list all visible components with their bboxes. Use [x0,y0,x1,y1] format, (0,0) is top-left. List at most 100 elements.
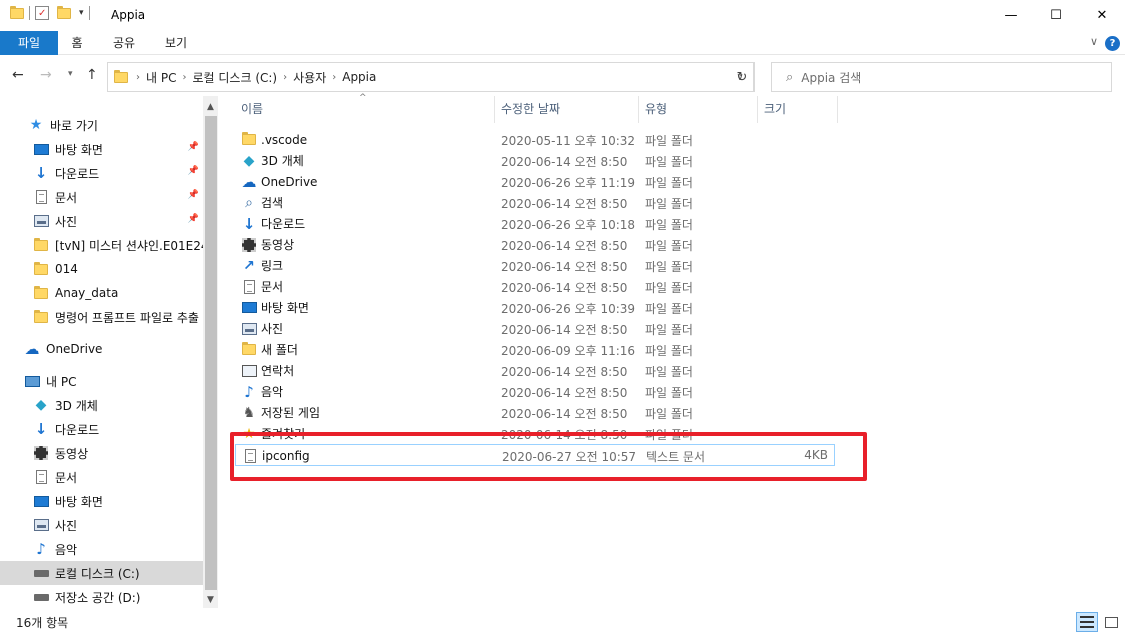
tab-view[interactable]: 보기 [158,31,194,55]
sidebar-item-label: 저장소 공간 (D:) [55,590,141,605]
sidebar-item-folder-tvn[interactable]: [tvN] 미스터 션샤인.E01E24 [0,233,203,257]
chevron-right-icon[interactable]: › [182,72,186,83]
breadcrumb-my-pc[interactable]: 내 PC [146,69,176,86]
recent-locations-chevron-icon[interactable]: ▾ [68,69,73,79]
new-folder-icon[interactable] [57,5,71,19]
video-icon [33,445,49,461]
file-name: 음악 [261,385,284,399]
file-row-new-folder[interactable]: 새 폴더 2020-06-09 오후 11:16 파일 폴더 [235,339,835,360]
sidebar-item-onedrive[interactable]: ☁ OneDrive [0,337,203,361]
file-type: 파일 폴더 [645,134,693,148]
sidebar-item-downloads[interactable]: ↓ 다운로드 📌 [0,161,203,185]
file-type: 파일 폴더 [645,239,693,253]
file-date: 2020-06-14 오전 8:50 [501,365,628,379]
help-icon[interactable]: ? [1105,36,1120,51]
file-row-documents[interactable]: 문서 2020-06-14 오전 8:50 파일 폴더 [235,276,835,297]
sidebar-item-local-disk-c[interactable]: 로컬 디스크 (C:) [0,561,203,585]
tab-home[interactable]: 홈 [62,31,92,55]
sidebar-item-pc-pictures[interactable]: 사진 [0,513,203,537]
up-arrow-icon[interactable]: ↑ [86,67,98,83]
column-header-size[interactable]: 크기 [758,96,838,123]
customize-toolbar-icon[interactable]: ▾ [79,8,84,18]
folder-icon [33,237,49,253]
column-header-type[interactable]: 유형 [639,96,758,123]
chevron-right-icon[interactable]: › [136,72,140,83]
file-name: 문서 [261,280,284,294]
folder-icon [33,309,49,325]
link-icon: ↗ [243,257,255,274]
large-icons-view-icon[interactable] [1100,612,1122,632]
file-row-videos[interactable]: 동영상 2020-06-14 오전 8:50 파일 폴더 [235,234,835,255]
file-row-contacts[interactable]: 연락처 2020-06-14 오전 8:50 파일 폴더 [235,360,835,381]
file-name: 바탕 화면 [261,301,309,315]
sidebar-item-pictures[interactable]: 사진 📌 [0,209,203,233]
music-icon: ♪ [36,540,46,558]
sidebar-item-pc-documents[interactable]: 문서 [0,465,203,489]
column-header-date[interactable]: 수정한 날짜 [495,96,639,123]
breadcrumb-users[interactable]: 사용자 [293,69,326,86]
item-count: 16개 항목 [16,616,69,630]
sidebar-item-folder-014[interactable]: 014 [0,257,203,281]
file-row-3d-objects[interactable]: ◆ 3D 개체 2020-06-14 오전 8:50 파일 폴더 [235,150,835,171]
cube-icon: ◆ [243,152,255,169]
expand-ribbon-chevron-icon[interactable]: ∨ [1090,35,1098,48]
tab-file[interactable]: 파일 [0,31,58,55]
file-row-downloads[interactable]: ↓ 다운로드 2020-06-26 오후 10:18 파일 폴더 [235,213,835,234]
scroll-up-icon[interactable]: ▲ [203,99,218,115]
file-row-links[interactable]: ↗ 링크 2020-06-14 오전 8:50 파일 폴더 [235,255,835,276]
sidebar-item-pc-downloads[interactable]: ↓ 다운로드 [0,417,203,441]
sidebar-item-3d-objects[interactable]: ◆ 3D 개체 [0,393,203,417]
breadcrumb-local-disk[interactable]: 로컬 디스크 (C:) [192,69,277,86]
properties-icon[interactable]: ✓ [35,6,49,20]
pc-icon [24,373,40,389]
minimize-button[interactable]: — [988,0,1034,31]
contacts-icon [241,363,257,379]
file-type: 파일 폴더 [645,281,693,295]
tab-share[interactable]: 공유 [106,31,142,55]
refresh-icon[interactable]: ↻ [730,62,755,92]
file-row-vscode[interactable]: .vscode 2020-05-11 오후 10:32 파일 폴더 [235,129,835,150]
scroll-down-icon[interactable]: ▼ [203,592,218,608]
title-bar: ✓ ▾ Appia — ☐ ✕ [0,0,1125,31]
back-arrow-icon[interactable]: ← [12,67,24,83]
file-name: 검색 [261,196,284,210]
folder-icon [114,69,128,83]
sidebar-item-label: 문서 [55,190,78,205]
search-box[interactable]: ⌕ Appia 검색 [771,62,1112,92]
chevron-right-icon[interactable]: › [283,72,287,83]
file-name: .vscode [261,132,308,147]
file-row-music[interactable]: ♪ 음악 2020-06-14 오전 8:50 파일 폴더 [235,381,835,402]
forward-arrow-icon[interactable]: → [40,67,52,83]
close-button[interactable]: ✕ [1079,0,1125,31]
chevron-right-icon[interactable]: › [332,72,336,83]
file-row-saved-games[interactable]: ♞ 저장된 게임 2020-06-14 오전 8:50 파일 폴더 [235,402,835,423]
sidebar-item-pc-desktop[interactable]: 바탕 화면 [0,489,203,513]
sidebar-item-label: 다운로드 [55,166,100,181]
sidebar-item-music[interactable]: ♪ 음악 [0,537,203,561]
address-bar[interactable]: › 내 PC › 로컬 디스크 (C:) › 사용자 › Appia ∨ [107,62,754,92]
star-icon: ★ [29,117,43,133]
sidebar-item-this-pc[interactable]: 내 PC [0,369,203,393]
file-row-pictures[interactable]: 사진 2020-06-14 오전 8:50 파일 폴더 [235,318,835,339]
sidebar-item-quick-access[interactable]: ★ 바로 가기 [0,113,203,137]
desktop-icon [241,300,257,316]
sidebar-item-storage-d[interactable]: 저장소 공간 (D:) [0,585,203,608]
sidebar-item-label: 3D 개체 [55,398,98,413]
file-type: 파일 폴더 [645,176,693,190]
file-row-desktop[interactable]: 바탕 화면 2020-06-26 오후 10:39 파일 폴더 [235,297,835,318]
breadcrumb-appia[interactable]: Appia [342,70,376,84]
maximize-button[interactable]: ☐ [1033,0,1079,31]
sidebar-item-videos[interactable]: 동영상 [0,441,203,465]
sidebar-item-desktop[interactable]: 바탕 화면 📌 [0,137,203,161]
file-row-searches[interactable]: ⌕ 검색 2020-06-14 오전 8:50 파일 폴더 [235,192,835,213]
file-type: 파일 폴더 [645,260,693,274]
file-name: 저장된 게임 [261,406,321,420]
sidebar-item-folder-command-prompt[interactable]: 명령어 프롬프트 파일로 추출 [0,305,203,329]
sidebar-item-folder-anay-data[interactable]: Anay_data [0,281,203,305]
sidebar-item-documents[interactable]: 문서 📌 [0,185,203,209]
file-row-onedrive[interactable]: ☁ OneDrive 2020-06-26 오후 11:19 파일 폴더 [235,171,835,192]
folder-icon [33,285,49,301]
sidebar-scrollbar-thumb[interactable] [205,116,217,590]
details-view-icon[interactable] [1076,612,1098,632]
column-header-name[interactable]: 이름 [235,96,495,123]
